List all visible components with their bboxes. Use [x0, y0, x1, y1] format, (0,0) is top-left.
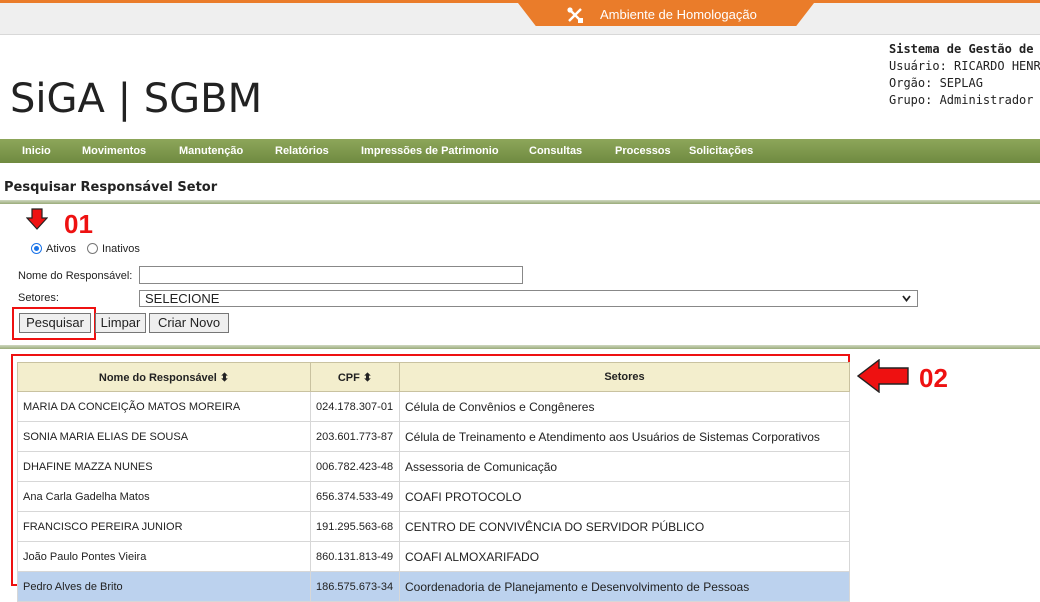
nav-item-solicitacoes[interactable]: Solicitações [689, 139, 753, 163]
main-nav: Inicio Movimentos Manutenção Relatórios … [0, 139, 1040, 163]
nav-item-processos[interactable]: Processos [615, 139, 671, 163]
nav-item-consultas[interactable]: Consultas [529, 139, 582, 163]
cell-sector: COAFI ALMOXARIFADO [399, 541, 850, 572]
environment-banner: Ambiente de Homologação [518, 3, 814, 26]
create-new-button[interactable]: Criar Novo [149, 313, 229, 333]
column-header-name[interactable]: Nome do Responsável ⬍ [17, 362, 311, 392]
annotation-02: 02 [919, 363, 948, 393]
cell-sector: Célula de Convênios e Congêneres [399, 391, 850, 422]
user-info: Sistema de Gestão de A Usuário: RICARDO … [889, 41, 1040, 109]
cell-name: MARIA DA CONCEIÇÃO MATOS MOREIRA [17, 391, 311, 422]
cell-cpf: 186.575.673-34 [310, 571, 400, 602]
sectors-label: Setores: [18, 292, 59, 304]
cell-cpf: 024.178.307-01 [310, 391, 400, 422]
nav-item-relatorios[interactable]: Relatórios [275, 139, 329, 163]
page-title: Pesquisar Responsável Setor [4, 180, 218, 195]
cell-cpf: 191.295.563-68 [310, 511, 400, 542]
sectors-select[interactable]: SELECIONE [139, 290, 918, 307]
cell-name: João Paulo Pontes Vieira [17, 541, 311, 572]
table-row[interactable]: DHAFINE MAZZA NUNES 006.782.423-48 Asses… [17, 451, 850, 482]
search-button[interactable]: Pesquisar [19, 313, 91, 333]
cell-name: DHAFINE MAZZA NUNES [17, 451, 311, 482]
table-row-selected[interactable]: Pedro Alves de Brito 186.575.673-34 Coor… [17, 571, 850, 602]
user-group: Grupo: Administrador [889, 93, 1034, 107]
arrow-left-icon [857, 359, 909, 393]
status-inactive-radio[interactable] [87, 243, 98, 254]
table-row[interactable]: Ana Carla Gadelha Matos 656.374.533-49 C… [17, 481, 850, 512]
cell-name: Ana Carla Gadelha Matos [17, 481, 311, 512]
nav-item-impressoes[interactable]: Impressões de Patrimonio [361, 139, 499, 163]
responsible-name-label: Nome do Responsável: [18, 270, 133, 282]
annotation-01: 01 [64, 209, 93, 239]
cell-cpf: 203.601.773-87 [310, 421, 400, 452]
column-header-cpf[interactable]: CPF ⬍ [310, 362, 400, 392]
status-active-label: Ativos [46, 243, 76, 255]
cell-name: FRANCISCO PEREIRA JUNIOR [17, 511, 311, 542]
tools-icon [567, 7, 583, 23]
clear-button[interactable]: Limpar [95, 313, 146, 333]
cell-sector: COAFI PROTOCOLO [399, 481, 850, 512]
responsible-table: Nome do Responsável ⬍ CPF ⬍ Setores MARI… [17, 362, 850, 602]
chevron-down-icon [902, 295, 911, 302]
system-name: Sistema de Gestão de A [889, 42, 1040, 56]
table-row[interactable]: SONIA MARIA ELIAS DE SOUSA 203.601.773-8… [17, 421, 850, 452]
column-header-sectors: Setores [399, 362, 850, 392]
user-org: Orgão: SEPLAG [889, 76, 983, 90]
user-name: Usuário: RICARDO HENR [889, 59, 1040, 73]
table-header-row: Nome do Responsável ⬍ CPF ⬍ Setores [17, 362, 850, 392]
table-row[interactable]: FRANCISCO PEREIRA JUNIOR 191.295.563-68 … [17, 511, 850, 542]
cell-sector: Célula de Treinamento e Atendimento aos … [399, 421, 850, 452]
title-divider [0, 200, 1040, 204]
arrow-down-icon [26, 208, 48, 230]
nav-item-inicio[interactable]: Inicio [22, 139, 51, 163]
cell-cpf: 656.374.533-49 [310, 481, 400, 512]
cell-sector: CENTRO DE CONVIVÊNCIA DO SERVIDOR PÚBLIC… [399, 511, 850, 542]
status-active-radio[interactable] [31, 243, 42, 254]
top-accent-line [0, 0, 1040, 3]
sectors-select-value: SELECIONE [145, 291, 220, 306]
cell-cpf: 006.782.423-48 [310, 451, 400, 482]
form-divider [0, 345, 1040, 349]
cell-sector: Coordenadoria de Planejamento e Desenvol… [399, 571, 850, 602]
nav-item-manutencao[interactable]: Manutenção [179, 139, 243, 163]
cell-name: SONIA MARIA ELIAS DE SOUSA [17, 421, 311, 452]
app-logo[interactable]: SiGA | SGBM [10, 76, 262, 122]
nav-item-movimentos[interactable]: Movimentos [82, 139, 146, 163]
table-row[interactable]: João Paulo Pontes Vieira 860.131.813-49 … [17, 541, 850, 572]
cell-sector: Assessoria de Comunicação [399, 451, 850, 482]
table-row[interactable]: MARIA DA CONCEIÇÃO MATOS MOREIRA 024.178… [17, 391, 850, 422]
cell-name: Pedro Alves de Brito [17, 571, 311, 602]
cell-cpf: 860.131.813-49 [310, 541, 400, 572]
responsible-name-input[interactable] [139, 266, 523, 284]
environment-label: Ambiente de Homologação [600, 7, 757, 22]
status-inactive-label: Inativos [102, 243, 140, 255]
